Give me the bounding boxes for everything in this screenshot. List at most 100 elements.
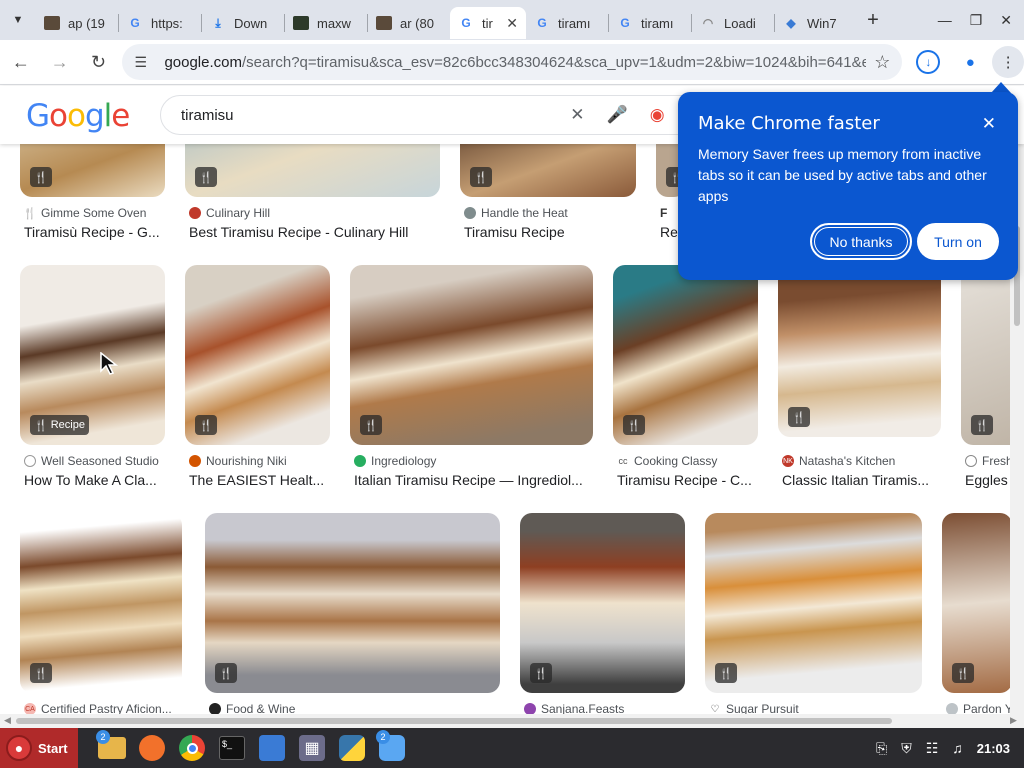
restore-icon[interactable]: ❐ (970, 12, 983, 29)
tab-1[interactable]: ap (19 (36, 7, 118, 39)
result-title[interactable]: How To Make A Cla... (24, 472, 169, 488)
result-image[interactable]: 🍴 (20, 513, 182, 693)
result-source[interactable]: NK Natasha's Kitchen (782, 454, 947, 468)
tab-2[interactable]: Ghttps: (119, 7, 201, 39)
firefox-app[interactable] (134, 730, 170, 766)
result-title[interactable]: Eggles (965, 472, 1010, 488)
profile-icon[interactable]: ● (954, 46, 986, 78)
result-source[interactable]: Pardon Y (946, 702, 1010, 714)
tab-strip: ▼ ap (19 Ghttps: ⤓ Down maxw ar (80 Gtir ✕… (0, 0, 1024, 40)
result-image[interactable]: 🍴 (942, 513, 1010, 693)
network-app[interactable] (254, 730, 290, 766)
result-title[interactable]: Re (660, 224, 680, 240)
result-title[interactable]: Tiramisu Recipe (464, 224, 634, 240)
tab-3[interactable]: ⤓ Down (202, 7, 284, 39)
minimize-icon[interactable]: — (938, 12, 952, 28)
result-source[interactable]: ♡ Sugar Pursuit (709, 702, 859, 714)
shield-icon[interactable]: ⛨ (901, 740, 912, 757)
finder-app[interactable]: 2 (374, 730, 410, 766)
address-bar[interactable]: ☰ google.com/search?q=tiramisu&sca_esv=8… (122, 44, 903, 80)
site-favicon-icon: CA (24, 703, 36, 714)
result-image[interactable]: 🍴 (185, 265, 330, 445)
tab-4[interactable]: maxw (285, 7, 367, 39)
result-title[interactable]: Italian Tiramisu Recipe — Ingrediol... (354, 472, 594, 488)
clear-search-icon[interactable]: ✕ (570, 105, 584, 125)
search-box[interactable]: tiramisu ✕ 🎤 ◉ ⚲ (160, 95, 720, 135)
forward-button[interactable]: → (42, 44, 78, 80)
result-image[interactable]: 🍴 Recipe (20, 265, 165, 445)
tab-search-dropdown-icon[interactable]: ▼ (0, 0, 36, 40)
chrome-app[interactable] (174, 730, 210, 766)
result-source[interactable]: cc Cooking Classy (617, 454, 762, 468)
turn-on-button[interactable]: Turn on (917, 223, 999, 260)
reload-button[interactable]: ↻ (81, 44, 117, 80)
result-source[interactable]: Food & Wine (209, 702, 359, 714)
result-title[interactable]: Best Tiramisu Recipe - Culinary Hill (189, 224, 439, 240)
source-name: Nourishing Niki (206, 454, 287, 468)
result-image[interactable]: 🍴 (205, 513, 500, 693)
close-window-icon[interactable]: ✕ (1000, 12, 1012, 29)
search-input[interactable]: tiramisu (181, 107, 548, 124)
result-source[interactable]: Well Seasoned Studio (24, 454, 174, 468)
tab-7[interactable]: Gtiramı (526, 7, 608, 39)
lens-search-icon[interactable]: ◉ (650, 105, 665, 125)
start-button[interactable]: ● Start (0, 728, 78, 768)
downloads-icon[interactable]: ↓ (916, 50, 941, 74)
result-source[interactable]: Handle the Heat (464, 206, 634, 220)
terminal-app[interactable]: $_ (214, 730, 250, 766)
result-image[interactable]: 🍴 (613, 265, 758, 445)
clipboard-icon[interactable]: ⎘ (876, 740, 887, 757)
python-app[interactable] (334, 730, 370, 766)
result-source[interactable]: Nourishing Niki (189, 454, 334, 468)
site-info-icon[interactable]: ☰ (134, 54, 156, 71)
tab-9[interactable]: ◠ Loadi (692, 7, 774, 39)
tab-8[interactable]: Gtiramı (609, 7, 691, 39)
result-image[interactable]: 🍴 (520, 513, 685, 693)
result-source[interactable]: Culinary Hill (189, 206, 429, 220)
back-button[interactable]: ← (3, 44, 39, 80)
tab-active-tiramisu[interactable]: Gtir ✕ (450, 7, 526, 39)
tab-10[interactable]: ◆ Win7 (775, 7, 857, 39)
result-image[interactable]: 🍴 (20, 144, 165, 197)
file-manager-app[interactable]: 2 (94, 730, 130, 766)
url-text[interactable]: google.com/search?q=tiramisu&sca_esv=82c… (164, 54, 866, 71)
result-source[interactable]: F (660, 206, 680, 220)
result-source[interactable]: Sanjana.Feasts (524, 702, 674, 714)
volume-icon[interactable]: ♫ (952, 740, 963, 756)
result-source[interactable]: Ingrediology (354, 454, 594, 468)
result-image[interactable]: 🍴 (350, 265, 593, 445)
url-path: /search?q=tiramisu&sca_esv=82c6bcc348304… (242, 53, 867, 71)
voice-search-icon[interactable]: 🎤 (607, 105, 628, 125)
result-source[interactable]: 🍴 Gimme Some Oven (24, 206, 169, 220)
result-image[interactable]: 🍴 (705, 513, 922, 693)
result-title[interactable]: Classic Italian Tiramis... (782, 472, 942, 488)
result-source[interactable]: Fresh (965, 454, 1010, 468)
scrollbar-thumb[interactable] (16, 718, 892, 724)
new-tab-button[interactable]: + (857, 0, 889, 40)
result-image[interactable]: 🍴 (460, 144, 636, 197)
result-image[interactable]: 🍴 (961, 265, 1010, 445)
google-icon: G (537, 16, 547, 30)
result-image[interactable]: 🍴 (185, 144, 440, 197)
close-icon[interactable]: ✕ (982, 114, 996, 134)
terminal-icon: $_ (219, 736, 245, 760)
result-source[interactable]: CA Certified Pastry Aficion... (24, 702, 179, 714)
google-logo[interactable]: Google (26, 98, 130, 134)
bookmark-star-icon[interactable]: ☆ (874, 52, 890, 73)
app-grid[interactable]: ▦ (294, 730, 330, 766)
tab-5[interactable]: ar (80 (368, 7, 450, 39)
network-status-icon[interactable]: ☷ (926, 740, 939, 757)
menu-icon[interactable]: ⋮ (992, 46, 1024, 78)
result-title[interactable]: The EASIEST Healt... (189, 472, 334, 488)
no-thanks-button[interactable]: No thanks (810, 223, 912, 260)
scroll-right-icon[interactable]: ▶ (1010, 715, 1017, 726)
clock[interactable]: 21:03 (977, 741, 1010, 756)
site-favicon-icon: cc (617, 455, 629, 467)
horizontal-scrollbar[interactable]: ◀ ▶ (0, 714, 1024, 728)
result-title[interactable]: Tiramisù Recipe - G... (24, 224, 169, 240)
result-image[interactable]: 🍴 (778, 265, 941, 437)
scroll-left-icon[interactable]: ◀ (4, 715, 11, 726)
source-name: F (660, 206, 668, 220)
close-tab-icon[interactable]: ✕ (506, 15, 518, 32)
result-title[interactable]: Tiramisu Recipe - C... (617, 472, 762, 488)
